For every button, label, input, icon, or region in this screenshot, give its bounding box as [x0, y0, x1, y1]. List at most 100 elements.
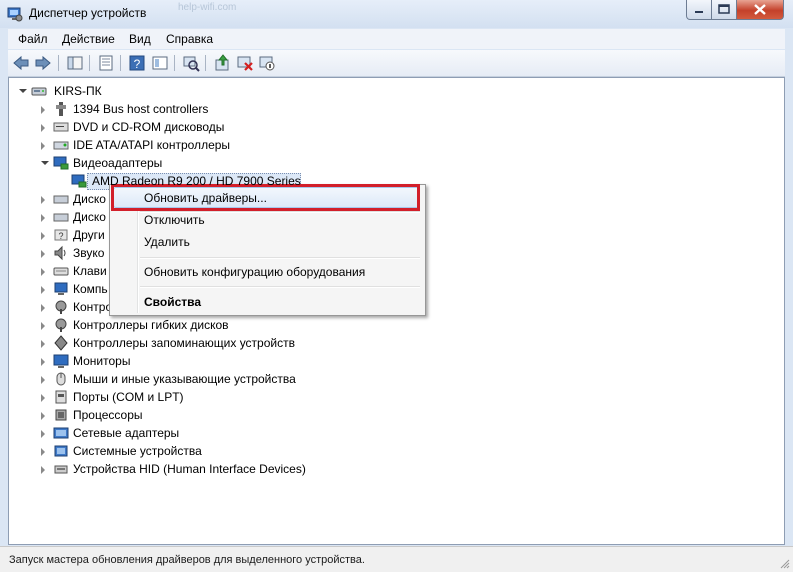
tree-category[interactable]: Контроллеры гибких дисков — [9, 317, 329, 334]
collapsed-arrow-icon[interactable] — [41, 430, 45, 438]
tree-category-label: Контроллеры запоминающих устройств — [73, 336, 295, 350]
tree-category-label: Контро — [73, 300, 113, 314]
collapsed-arrow-icon[interactable] — [41, 124, 45, 132]
tree-category[interactable]: Контроллеры запоминающих устройств — [9, 335, 329, 352]
computer-icon — [54, 282, 68, 295]
tree-category-label: Контроллеры гибких дисков — [73, 318, 229, 332]
processor-icon — [55, 409, 67, 421]
close-icon — [754, 4, 766, 15]
collapsed-arrow-icon[interactable] — [41, 196, 45, 204]
resize-grip-icon[interactable] — [780, 559, 790, 569]
menu-bar: Файл Действие Вид Справка — [8, 29, 785, 49]
collapsed-arrow-icon[interactable] — [41, 250, 45, 258]
tree-category[interactable]: IDE ATA/ATAPI контроллеры — [9, 137, 329, 154]
menu-uninstall[interactable]: Удалить — [144, 235, 190, 249]
tree-category[interactable]: Мыши и иные указывающие устройства — [9, 371, 329, 388]
collapsed-arrow-icon[interactable] — [41, 376, 45, 384]
collapsed-arrow-icon[interactable] — [41, 304, 45, 312]
tree-category-label: Други — [73, 228, 105, 242]
uninstall-icon[interactable] — [236, 54, 254, 72]
minimize-icon — [695, 11, 703, 13]
collapsed-arrow-icon[interactable] — [41, 142, 45, 150]
close-button[interactable] — [736, 0, 784, 20]
tree-category-label: Компь — [73, 282, 108, 296]
properties-icon[interactable] — [97, 54, 115, 72]
forward-icon[interactable] — [34, 54, 52, 72]
toolbar-separator — [174, 55, 175, 71]
tree-category-label: Диско — [73, 192, 106, 206]
tree-category[interactable]: Порты (COM и LPT) — [9, 389, 329, 406]
tree-category-label: Клави — [73, 264, 107, 278]
collapsed-arrow-icon[interactable] — [41, 286, 45, 294]
tree-root[interactable]: KIRS-ПК — [9, 83, 309, 100]
device-manager-window: Диспетчер устройств help-wifi.com Файл Д… — [0, 0, 793, 572]
back-icon[interactable] — [12, 54, 30, 72]
svg-text:?: ? — [58, 231, 63, 241]
toolbar: ? — [8, 50, 785, 77]
tree-category-label: DVD и CD-ROM дисководы — [73, 120, 225, 134]
maximize-icon — [718, 4, 730, 14]
collapsed-arrow-icon[interactable] — [41, 394, 45, 402]
controller-icon — [55, 300, 67, 314]
collapsed-arrow-icon[interactable] — [41, 214, 45, 222]
collapsed-arrow-icon[interactable] — [41, 448, 45, 456]
tree-category-label: Видеоадаптеры — [73, 156, 163, 170]
menu-action[interactable]: Действие — [62, 32, 115, 46]
menu-properties[interactable]: Свойства — [144, 295, 201, 309]
title-bar[interactable]: Диспетчер устройств help-wifi.com — [0, 0, 793, 28]
toolbar-separator — [120, 55, 121, 71]
menu-help[interactable]: Справка — [166, 32, 213, 46]
computer-name: KIRS-ПК — [54, 84, 102, 98]
tree-category-label: Процессоры — [73, 408, 143, 422]
tree-category[interactable]: 1394 Bus host controllers — [9, 101, 329, 118]
watermark-text: help-wifi.com — [178, 2, 237, 13]
collapsed-arrow-icon[interactable] — [41, 358, 45, 366]
tree-category-label: Системные устройства — [73, 444, 202, 458]
network-adapter-icon — [53, 427, 69, 439]
view-icon[interactable] — [151, 54, 169, 72]
toolbar-separator — [89, 55, 90, 71]
collapsed-arrow-icon[interactable] — [41, 322, 45, 330]
help-icon[interactable]: ? — [128, 54, 146, 72]
tree-category[interactable]: Мониторы — [9, 353, 329, 370]
menu-scan-hardware[interactable]: Обновить конфигурацию оборудования — [144, 265, 365, 279]
system-device-icon — [54, 445, 68, 457]
tree-category[interactable]: DVD и CD-ROM дисководы — [9, 119, 329, 136]
status-bar: Запуск мастера обновления драйверов для … — [0, 546, 793, 572]
maximize-button[interactable] — [711, 0, 737, 20]
other-devices-icon: ? — [54, 229, 68, 241]
menu-file[interactable]: Файл — [18, 32, 48, 46]
collapsed-arrow-icon[interactable] — [41, 106, 45, 114]
tree-category-label: Мыши и иные указывающие устройства — [73, 372, 296, 386]
menu-separator — [140, 286, 420, 288]
minimize-button[interactable] — [686, 0, 712, 20]
collapsed-arrow-icon[interactable] — [41, 232, 45, 240]
menu-disable[interactable]: Отключить — [144, 213, 205, 227]
collapsed-arrow-icon[interactable] — [41, 466, 45, 474]
collapsed-arrow-icon[interactable] — [41, 412, 45, 420]
port-icon — [55, 390, 67, 404]
tree-device[interactable]: AMD Radeon R9 200 / HD 7900 Series — [9, 173, 309, 190]
floppy-controller-icon — [55, 318, 67, 332]
tree-category-label: IDE ATA/ATAPI контроллеры — [73, 138, 231, 152]
tree-category-label: Устройства HID (Human Interface Devices) — [73, 462, 306, 476]
collapsed-arrow-icon[interactable] — [41, 268, 45, 276]
tree-category[interactable]: Сетевые адаптеры — [9, 425, 329, 442]
update-driver-icon[interactable] — [214, 54, 232, 72]
scan-hardware-icon[interactable] — [182, 54, 200, 72]
tree-category[interactable]: Устройства HID (Human Interface Devices) — [9, 461, 329, 478]
disk-icon — [53, 195, 69, 204]
expanded-arrow-icon[interactable] — [41, 161, 49, 165]
collapsed-arrow-icon[interactable] — [41, 340, 45, 348]
console-tree-icon[interactable] — [66, 54, 84, 72]
ide-icon — [53, 141, 69, 150]
storage-controller-icon — [54, 335, 68, 351]
disable-icon[interactable] — [258, 54, 276, 72]
bus-icon — [56, 102, 66, 116]
tree-category[interactable]: Видеоадаптеры — [9, 155, 329, 172]
disk-icon — [53, 213, 69, 222]
tree-category[interactable]: Процессоры — [9, 407, 329, 424]
menu-view[interactable]: Вид — [129, 32, 151, 46]
sound-icon — [54, 245, 66, 261]
tree-category[interactable]: Системные устройства — [9, 443, 329, 460]
